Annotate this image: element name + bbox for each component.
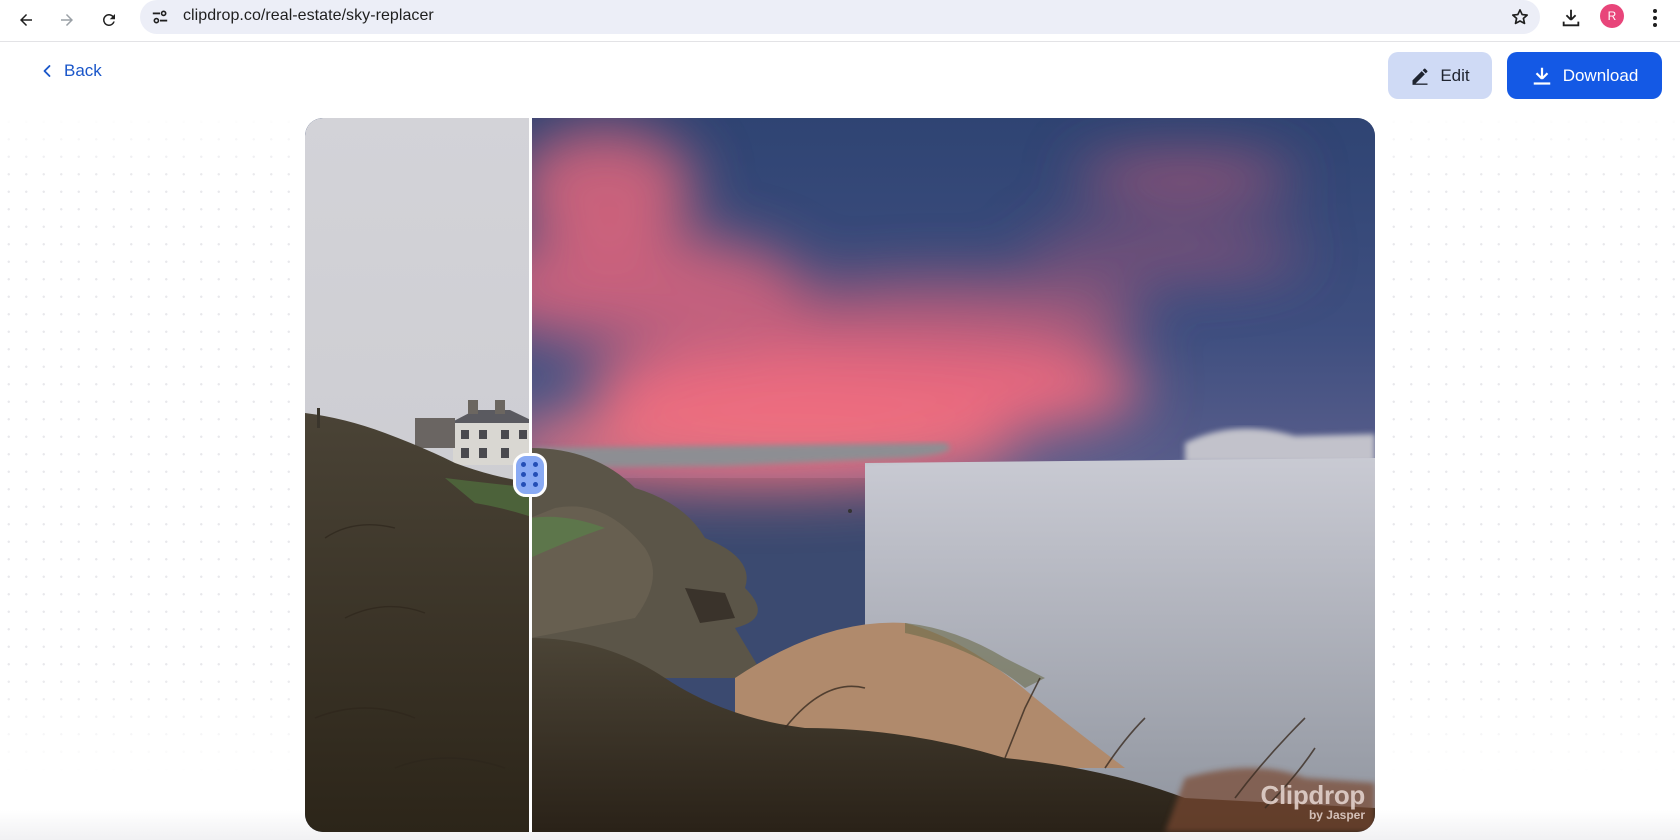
drag-handle-dots-icon xyxy=(521,462,526,467)
browser-toolbar: clipdrop.co/real-estate/sky-replacer R xyxy=(0,0,1680,42)
tune-icon xyxy=(152,10,168,24)
handle-dot xyxy=(521,482,526,487)
dot-pattern-background xyxy=(0,113,290,773)
watermark-sub: by Jasper xyxy=(1308,808,1365,822)
kebab-menu-icon xyxy=(1653,9,1657,13)
address-bar[interactable]: clipdrop.co/real-estate/sky-replacer xyxy=(140,0,1540,34)
profile-avatar[interactable]: R xyxy=(1600,4,1624,28)
handle-dot xyxy=(521,472,526,477)
handle-dot xyxy=(533,462,538,467)
comparison-viewer[interactable]: Clipdrop by Jasper xyxy=(305,118,1375,832)
handle-dot xyxy=(533,472,538,477)
reload-icon xyxy=(102,13,115,26)
kebab-dot xyxy=(1653,16,1657,20)
bookmark-button[interactable] xyxy=(1508,5,1532,29)
kebab-dot xyxy=(1653,23,1657,27)
watermark: Clipdrop by Jasper xyxy=(1260,780,1366,822)
back-link[interactable]: Back xyxy=(42,59,102,83)
browser-back-button[interactable] xyxy=(10,4,42,36)
comparison-slider-handle[interactable] xyxy=(513,453,547,497)
download-label: Download xyxy=(1562,65,1639,85)
browser-forward-button[interactable] xyxy=(51,4,83,36)
chevron-left-icon xyxy=(43,65,51,77)
download-icon xyxy=(1533,67,1550,85)
browser-downloads-button[interactable] xyxy=(1557,4,1585,32)
star-outline-icon xyxy=(1512,9,1528,25)
browser-menu-button[interactable] xyxy=(1645,4,1665,32)
edit-button[interactable]: Edit xyxy=(1388,52,1492,99)
before-image xyxy=(305,118,530,832)
pencil-icon xyxy=(1412,67,1428,85)
page: Back Edit Download Clipdrop by Jasper xyxy=(0,43,1680,840)
arrow-left-icon xyxy=(20,14,32,26)
dot-pattern-background xyxy=(1385,113,1680,773)
back-label: Back xyxy=(64,61,102,80)
site-info-button[interactable] xyxy=(150,7,170,27)
browser-reload-button[interactable] xyxy=(93,4,125,36)
before-scene xyxy=(305,118,530,832)
url-text[interactable]: clipdrop.co/real-estate/sky-replacer xyxy=(183,7,434,25)
watermark-brand: Clipdrop xyxy=(1260,780,1366,810)
download-button[interactable]: Download xyxy=(1507,52,1662,99)
download-icon xyxy=(1562,9,1580,27)
arrow-right-icon xyxy=(61,14,73,26)
edit-label: Edit xyxy=(1440,65,1470,85)
handle-dot xyxy=(533,482,538,487)
